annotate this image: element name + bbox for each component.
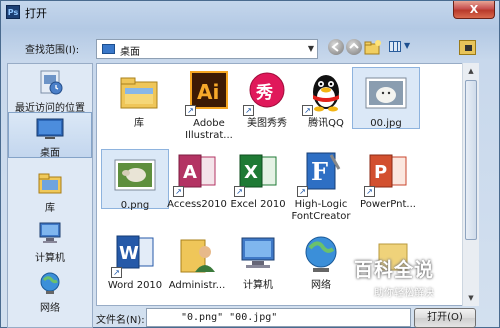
shortcut-arrow-icon: ↗ (302, 105, 313, 116)
svg-text:F: F (311, 157, 328, 186)
file-name: 美图秀秀 (247, 118, 287, 129)
open-dialog-window: Ps 打开 X 查找范围(I): 桌面 ▼ ▼ 最近访问的位置 桌面 库 计算机… (0, 0, 500, 328)
file-name: PowerPnt... (360, 199, 416, 210)
sidebar-item-label: 网络 (40, 303, 60, 314)
file-item-powerpoint[interactable]: P ↗ PowerPnt... (352, 149, 424, 211)
file-item-excel[interactable]: X ↗ Excel 2010 (224, 149, 292, 211)
file-name: 计算机 (243, 280, 273, 291)
file-name: 0.png (120, 200, 150, 211)
file-item-word[interactable]: W ↗ Word 2010 (101, 230, 169, 292)
file-name: Word 2010 (107, 280, 163, 291)
vertical-scrollbar[interactable]: ▲ ▼ (462, 63, 479, 306)
network-icon (305, 236, 337, 272)
place-network[interactable]: 网络 (8, 270, 92, 314)
places-sidebar: 最近访问的位置 桌面 库 计算机 网络 (7, 63, 93, 328)
new-folder-icon[interactable] (364, 39, 381, 55)
place-libraries[interactable]: 库 (8, 170, 92, 214)
place-desktop[interactable]: 桌面 (8, 112, 92, 159)
title-bar[interactable]: Ps 打开 X (1, 1, 499, 23)
file-name: 腾讯QQ (308, 118, 344, 129)
file-name: Access2010 (167, 199, 227, 210)
user-folder-icon (180, 239, 215, 273)
filename-label: 文件名(N): (96, 315, 145, 326)
view-menu-button[interactable]: ▼ (389, 39, 413, 55)
file-item-computer[interactable]: 计算机 (224, 230, 292, 292)
scroll-down-icon[interactable]: ▼ (463, 290, 479, 306)
libraries-icon (38, 173, 62, 194)
watermark: 百科全说 助你轻松解决 (344, 253, 460, 303)
file-item-0png[interactable]: 0.png (101, 149, 169, 211)
sidebar-item-label: 桌面 (40, 148, 60, 159)
scroll-up-icon[interactable]: ▲ (463, 63, 479, 79)
shortcut-arrow-icon: ↗ (185, 105, 196, 116)
sidebar-item-label: 库 (45, 203, 55, 214)
photoshop-app-icon: Ps (6, 5, 20, 19)
close-button[interactable]: X (453, 1, 495, 19)
svg-text:P: P (374, 162, 387, 183)
svg-text:W: W (119, 243, 139, 264)
back-arrow-icon[interactable] (328, 39, 344, 55)
file-item-meitu[interactable]: 秀 ↗ 美图秀秀 (233, 68, 301, 130)
svg-text:Ai: Ai (197, 80, 219, 104)
svg-text:X: X (244, 162, 258, 183)
svg-text:秀: 秀 (255, 83, 273, 103)
filename-input[interactable]: "0.png" "00.jpg" (146, 308, 411, 327)
file-item-administrator[interactable]: Administr... (163, 230, 231, 292)
watermark-main-text: 百科全说 (354, 259, 435, 281)
place-recent[interactable]: 最近访问的位置 (8, 68, 92, 114)
file-item-libraries[interactable]: 库 (105, 68, 173, 130)
shortcut-arrow-icon: ↗ (173, 186, 184, 197)
file-name: 00.jpg (370, 118, 402, 129)
file-item-access[interactable]: A ↗ Access2010 (163, 149, 231, 211)
look-in-dropdown[interactable]: 桌面 ▼ (96, 39, 318, 59)
shortcut-arrow-icon: ↗ (243, 105, 254, 116)
computer-icon (241, 237, 275, 268)
up-folder-icon[interactable] (346, 39, 362, 55)
image-thumbnail-icon (365, 77, 407, 109)
place-computer[interactable]: 计算机 (8, 220, 92, 264)
chevron-down-icon: ▼ (307, 44, 314, 53)
view-grid-icon (389, 41, 401, 52)
file-name: 库 (134, 118, 144, 129)
shortcut-arrow-icon: ↗ (297, 186, 308, 197)
image-thumbnail-icon (114, 159, 156, 191)
desktop-icon (36, 118, 64, 139)
look-in-label: 查找范围(I): (25, 45, 80, 56)
file-item-00jpg[interactable]: 00.jpg (352, 67, 420, 129)
svg-text:A: A (183, 162, 197, 183)
shortcut-arrow-icon: ↗ (111, 267, 122, 278)
scroll-thumb[interactable] (465, 80, 477, 240)
shortcut-arrow-icon: ↗ (234, 186, 245, 197)
location-text: 桌面 (120, 47, 140, 58)
file-item-fontcreator[interactable]: F ↗ High-Logic FontCreator (285, 149, 357, 223)
computer-icon (39, 222, 61, 243)
sidebar-item-label: 计算机 (35, 253, 65, 264)
recent-places-icon (40, 70, 63, 95)
file-name: Administr... (168, 280, 226, 291)
desktop-mini-icon (102, 44, 115, 54)
network-icon (40, 272, 60, 294)
window-title: 打开 (25, 7, 47, 20)
file-name: Excel 2010 (230, 199, 286, 210)
shortcut-arrow-icon: ↗ (364, 186, 375, 197)
libraries-folder-icon (120, 77, 158, 109)
chevron-down-icon: ▼ (404, 41, 411, 50)
file-item-qq[interactable]: ↗ 腾讯QQ (292, 68, 360, 130)
watermark-sub-text: 助你轻松解决 (374, 288, 434, 299)
desktop-shortcut-icon[interactable] (459, 40, 476, 55)
open-button[interactable]: 打开(O) (414, 308, 476, 328)
file-name: High-Logic FontCreator (291, 199, 351, 222)
